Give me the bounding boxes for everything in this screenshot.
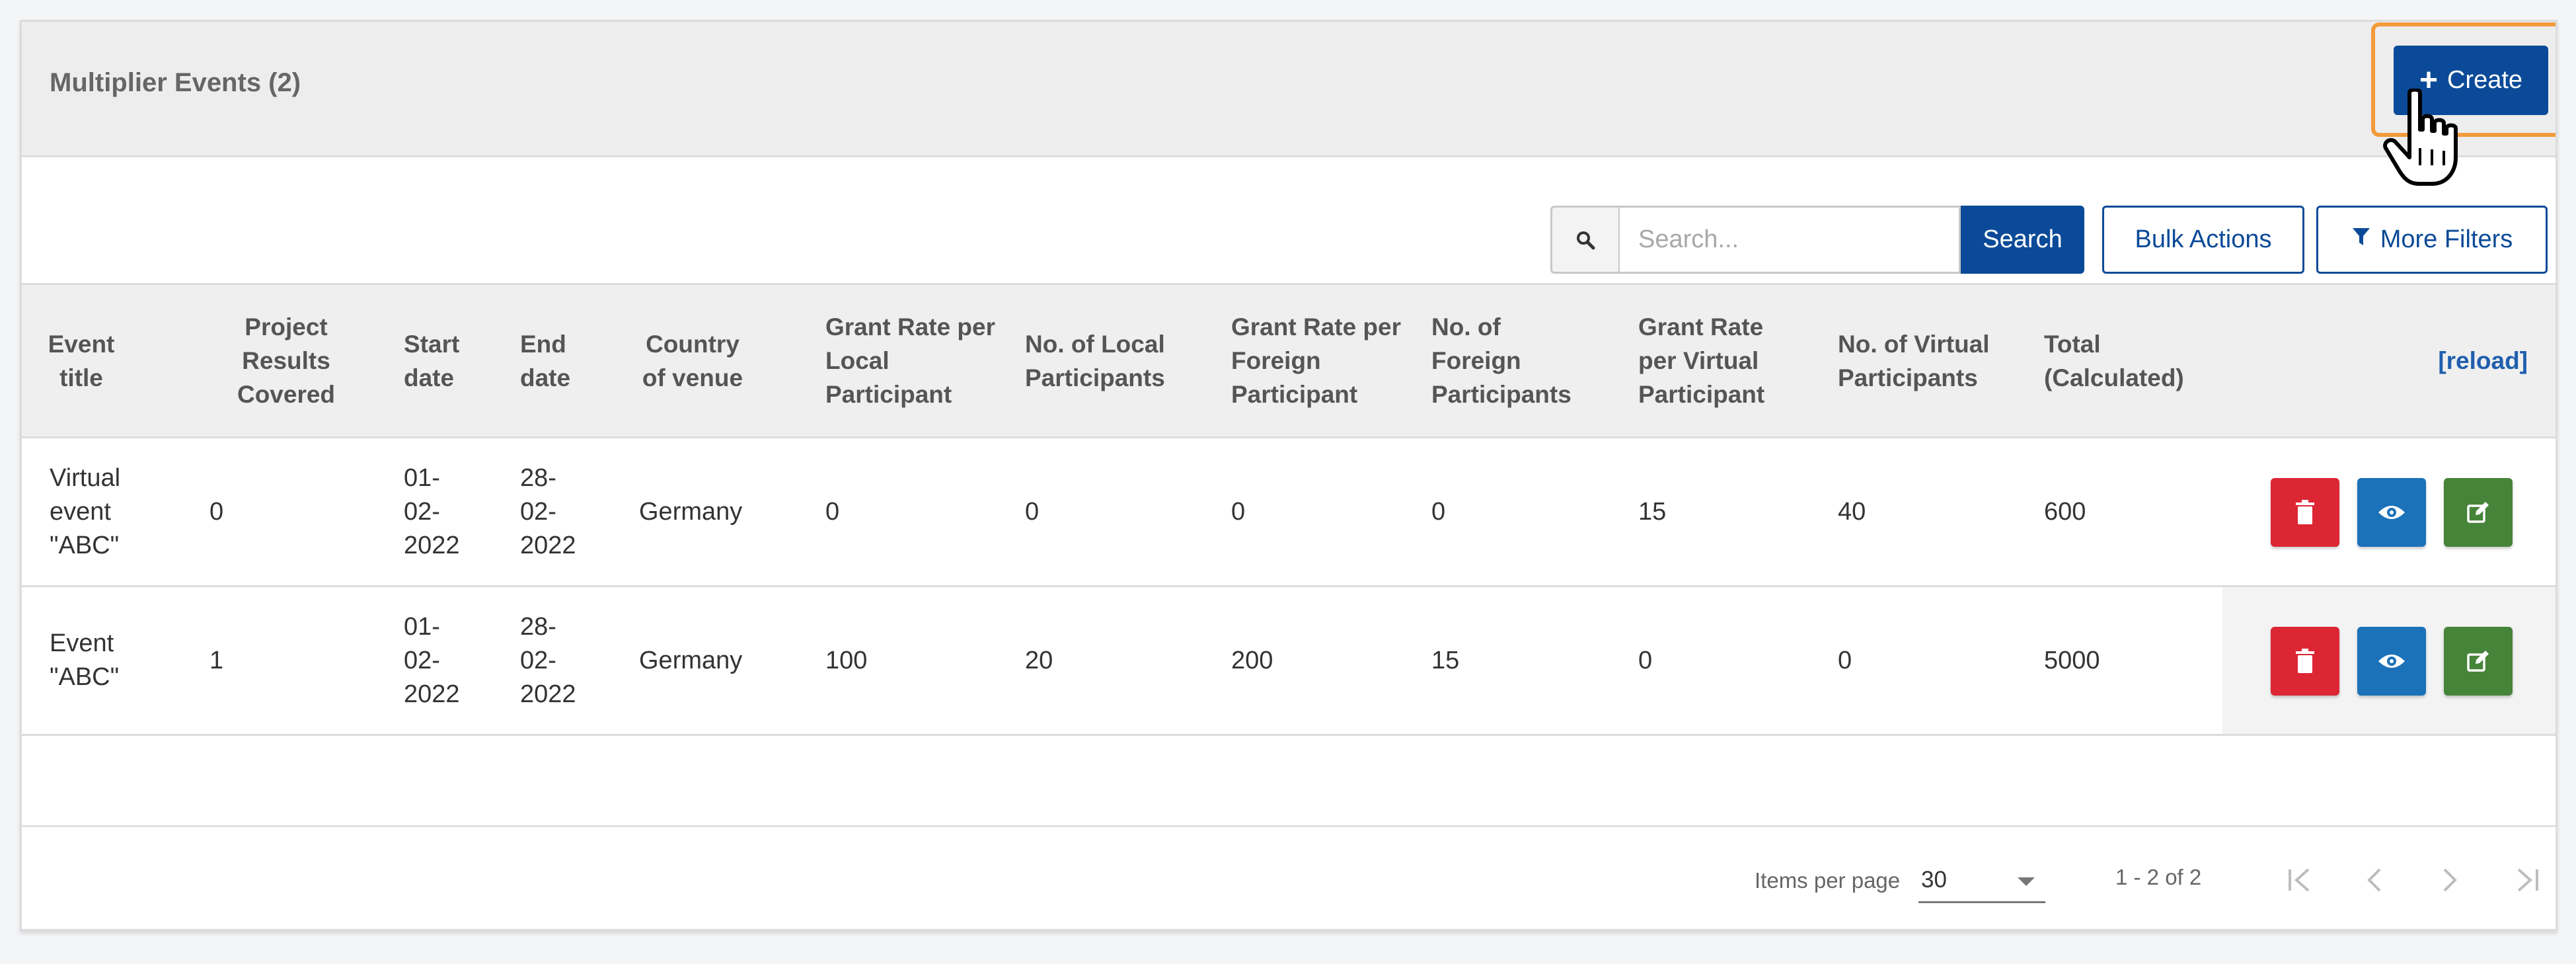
reload-link[interactable]: [reload] [2438, 285, 2528, 436]
delete-button[interactable] [2271, 478, 2339, 547]
edit-icon [2467, 502, 2489, 523]
multiplier-events-panel: Multiplier Events (2) + Create Search Bu… [20, 20, 2557, 931]
view-button[interactable] [2357, 478, 2426, 547]
cell-project-results: 1 [209, 646, 224, 674]
search-input[interactable] [1618, 206, 1961, 274]
view-button[interactable] [2357, 627, 2426, 696]
column-header-country[interactable]: Country of venue [636, 285, 749, 436]
cell-foreign-participants: 0 [1431, 497, 1446, 526]
column-header-local-participants[interactable]: No. of Local Participants [1025, 285, 1223, 436]
eye-icon [2378, 655, 2405, 668]
cell-grant-rate-local: 100 [825, 646, 868, 674]
items-per-page-label: Items per page [1755, 868, 1901, 893]
table-header: Event title Project Results Covered Star… [22, 283, 2556, 438]
column-header-start-date[interactable]: Start date [404, 285, 483, 436]
items-per-page-select[interactable]: 30 [1918, 859, 2045, 903]
column-header-virtual-participants[interactable]: No. of Virtual Participants [1838, 285, 2003, 436]
column-header-foreign-participants[interactable]: No. of Foreign Participants [1431, 285, 1597, 436]
column-header-grant-rate-foreign[interactable]: Grant Rate per Foreign Participant [1231, 285, 1423, 436]
previous-page-button[interactable] [2355, 857, 2394, 903]
column-header-grant-rate-virtual[interactable]: Grant Rate per Virtual Participant [1638, 285, 1797, 436]
bulk-actions-label: Bulk Actions [2135, 225, 2272, 253]
table-row: Virtual event "ABC" 0 01-02-2022 28-02-2… [22, 438, 2556, 587]
cell-start-date: 01-02-2022 [404, 612, 460, 708]
cell-country: Germany [639, 497, 743, 526]
more-filters-button[interactable]: More Filters [2316, 206, 2548, 274]
cell-project-results: 0 [209, 497, 224, 526]
table-toolbar: Search Bulk Actions More Filters [22, 157, 2556, 303]
trash-icon [2296, 649, 2314, 673]
cell-virtual-participants: 0 [1838, 646, 1852, 674]
more-filters-label: More Filters [2380, 225, 2513, 253]
last-page-button[interactable] [2507, 857, 2546, 903]
cell-foreign-participants: 15 [1431, 646, 1460, 674]
cell-grant-rate-foreign: 0 [1231, 497, 1246, 526]
cell-event-title: Virtual event "ABC" [50, 463, 121, 559]
cell-grant-rate-foreign: 200 [1231, 646, 1273, 674]
cell-total: 600 [2044, 497, 2086, 526]
cell-end-date: 28-02-2022 [520, 463, 576, 559]
eye-icon [2378, 506, 2405, 519]
cell-country: Germany [639, 646, 743, 674]
panel-title: Multiplier Events (2) [50, 68, 301, 97]
search-button[interactable]: Search [1961, 206, 2084, 274]
edit-icon [2467, 651, 2489, 672]
column-header-total[interactable]: Total (Calculated) [2044, 285, 2203, 436]
next-page-button[interactable] [2430, 857, 2470, 903]
edit-button[interactable] [2444, 627, 2513, 696]
delete-button[interactable] [2271, 627, 2339, 696]
column-header-end-date[interactable]: End date [520, 285, 586, 436]
items-per-page-value: 30 [1921, 867, 1947, 893]
panel-header: Multiplier Events (2) + Create [22, 22, 2556, 157]
trash-icon [2296, 500, 2314, 524]
column-header-event-title[interactable]: Event title [48, 285, 115, 436]
pagination-range: 1 - 2 of 2 [2115, 865, 2202, 889]
cell-local-participants: 0 [1025, 497, 1040, 526]
chevron-right-icon [2443, 868, 2457, 892]
filter-icon [2351, 225, 2371, 254]
last-page-icon [2517, 868, 2538, 892]
search-icon [1550, 206, 1618, 274]
cell-event-title: Event "ABC" [50, 629, 120, 691]
first-page-icon [2289, 868, 2310, 892]
hand-pointer-icon [2383, 89, 2458, 186]
cell-grant-rate-virtual: 15 [1638, 497, 1667, 526]
cell-grant-rate-local: 0 [825, 497, 840, 526]
table-row: Event "ABC" 1 01-02-2022 28-02-2022 Germ… [22, 587, 2556, 736]
bulk-actions-button[interactable]: Bulk Actions [2102, 206, 2304, 274]
column-header-grant-rate-local[interactable]: Grant Rate per Local Participant [825, 285, 1010, 436]
pagination-bar: Items per page 30 1 - 2 of 2 [22, 825, 2556, 929]
cell-local-participants: 20 [1025, 646, 1053, 674]
cell-start-date: 01-02-2022 [404, 463, 460, 559]
cell-virtual-participants: 40 [1838, 497, 1866, 526]
cell-total: 5000 [2044, 646, 2100, 674]
chevron-left-icon [2367, 868, 2381, 892]
first-page-button[interactable] [2281, 857, 2320, 903]
edit-button[interactable] [2444, 478, 2513, 547]
caret-down-icon [2018, 877, 2035, 886]
column-header-project-results[interactable]: Project Results Covered [207, 285, 365, 436]
cell-end-date: 28-02-2022 [520, 612, 576, 708]
search-group: Search [1550, 206, 2084, 274]
cell-grant-rate-virtual: 0 [1638, 646, 1653, 674]
